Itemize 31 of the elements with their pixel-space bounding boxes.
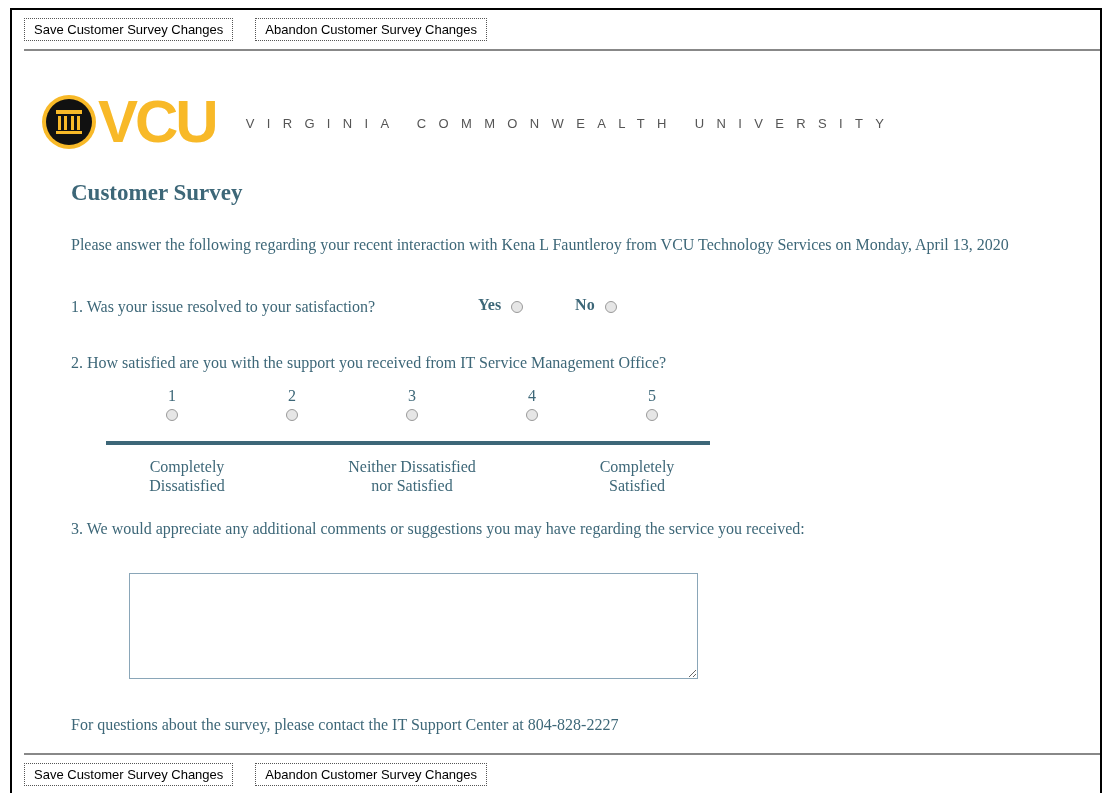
- logo-text: VCU: [98, 94, 216, 150]
- question-text: 1. Was your issue resolved to your satisfaction?: [71, 296, 377, 318]
- radio-button[interactable]: [511, 300, 524, 313]
- action-button[interactable]: Save Customer Survey Changes: [24, 18, 234, 41]
- radio-button[interactable]: [646, 408, 658, 421]
- scale-number: 1: [168, 386, 176, 405]
- action-button[interactable]: Abandon Customer Survey Changes: [255, 18, 488, 41]
- scale-number: 2: [288, 386, 296, 405]
- footer-text: For questions about the survey, please contact the IT Support Center at 804-828-2227: [71, 714, 620, 736]
- option-label: Yes: [478, 294, 502, 315]
- comment-field[interactable]: [129, 572, 698, 679]
- radio-button[interactable]: [286, 408, 298, 421]
- option-label: No: [575, 294, 595, 315]
- radio-button[interactable]: [526, 408, 538, 421]
- university-name: VIRGINIA COMMONWEALTH UNIVERSITY: [245, 115, 897, 134]
- question-text: 3. We would appreciate any additional comments or suggestions you may have regarding the service you received:: [71, 518, 806, 540]
- action-button[interactable]: Abandon Customer Survey Changes: [255, 762, 488, 786]
- action-button[interactable]: Save Customer Survey Changes: [24, 762, 234, 786]
- scale-anchor-label: Neither Dissatisfied nor Satisfied: [347, 456, 477, 495]
- radio-button[interactable]: [166, 408, 178, 421]
- scale-number: 5: [648, 386, 656, 405]
- seal-icon: [41, 94, 97, 150]
- scale-anchor-label: Completely Satisfied: [598, 456, 676, 495]
- scale-anchor-label: Completely Dissatisfied: [148, 456, 226, 495]
- survey-title: Customer Survey: [71, 179, 244, 207]
- radio-button[interactable]: [406, 408, 418, 421]
- radio-button[interactable]: [604, 300, 617, 313]
- question-text: 2. How satisfied are you with the support you received from IT Service Management Office?: [71, 352, 668, 374]
- scale-number: 4: [528, 386, 536, 405]
- scale-number: 3: [408, 386, 416, 405]
- intro-text: Please answer the following regarding your recent interaction with Kena L Fauntleroy from VCU Technology Services on Monday, April 13, 2020: [71, 234, 1010, 256]
